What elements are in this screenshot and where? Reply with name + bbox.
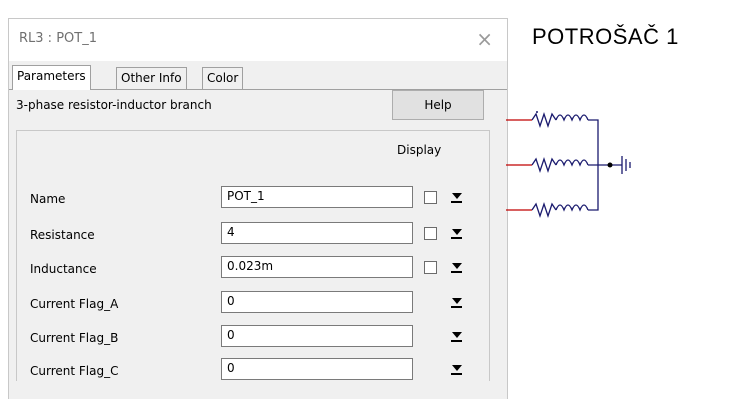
param-label-current-flag-a: Current Flag_A [30,297,119,311]
display-column-header: Display [397,143,442,157]
param-label-current-flag-c: Current Flag_C [30,364,119,378]
current-flag-a-dropdown-button[interactable] [448,294,465,311]
ground-icon [621,156,631,174]
current-flag-a-field[interactable]: 0 [221,291,413,313]
resistance-dropdown-button[interactable] [448,225,465,242]
dialog-titlebar: RL3 : POT_1 × [9,19,507,61]
canvas-heading: POTROŠAČ 1 [532,24,679,49]
dialog-title: RL3 : POT_1 [19,31,97,46]
inductor-icon [555,159,589,167]
inductor-icon [555,114,589,122]
dropdown-arrow-icon [452,229,462,235]
dropdown-arrow-icon [452,332,462,338]
resistance-field[interactable]: 4 [221,222,413,244]
tab-other-info[interactable]: Other Info [116,67,187,89]
current-flag-b-dropdown-button[interactable] [448,328,465,345]
inductance-field[interactable]: 0.023m [221,256,413,278]
param-label-name: Name [30,192,66,206]
resistor-icon [531,201,557,219]
inductor-icon [555,204,589,212]
help-button[interactable]: Help [392,90,484,120]
resistor-icon [531,111,557,129]
rl3-schematic-symbol[interactable] [506,100,646,230]
resistor-icon [531,156,557,174]
inductance-display-checkbox[interactable] [424,261,437,274]
param-label-inductance: Inductance [30,262,97,276]
window-edge [0,0,8,398]
dropdown-arrow-icon [452,193,462,199]
name-display-checkbox[interactable] [424,191,437,204]
close-icon[interactable]: × [476,27,493,51]
current-flag-b-field[interactable]: 0 [221,325,413,347]
component-description: 3-phase resistor-inductor branch [16,98,212,112]
tab-parameters[interactable]: Parameters [12,65,91,90]
resistance-display-checkbox[interactable] [424,227,437,240]
name-dropdown-button[interactable] [448,189,465,206]
dropdown-arrow-icon [452,298,462,304]
tab-color[interactable]: Color [202,67,244,89]
param-label-resistance: Resistance [30,228,95,242]
dropdown-arrow-icon [452,365,462,371]
current-flag-c-field[interactable]: 0 [221,358,413,380]
inductance-dropdown-button[interactable] [448,259,465,276]
dropdown-arrow-icon [452,263,462,269]
name-field[interactable]: POT_1 [221,186,413,208]
current-flag-c-dropdown-button[interactable] [448,361,465,378]
param-label-current-flag-b: Current Flag_B [30,331,119,345]
